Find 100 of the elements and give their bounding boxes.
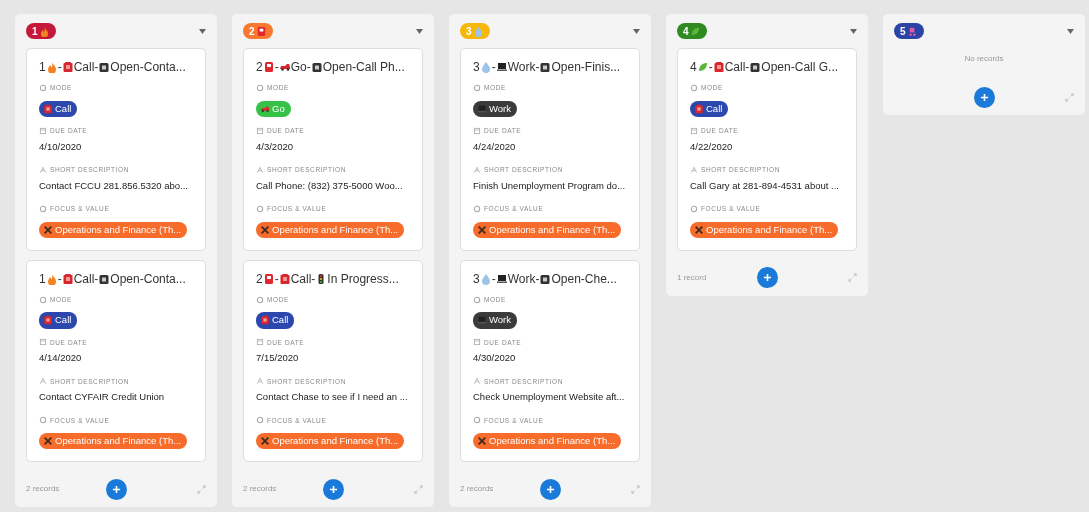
droplet-icon <box>479 272 492 285</box>
field-value: Call Gary at 281-894-4531 about ... <box>690 178 840 193</box>
empty-message: No records <box>963 53 1005 65</box>
record-count: 2 records <box>26 483 61 496</box>
card-title: 4 - Call- Open-Call G... <box>690 59 840 76</box>
calendar-icon <box>473 338 481 347</box>
calendar-icon <box>256 126 264 135</box>
caret-icon[interactable] <box>633 28 640 34</box>
field-value: Contact Chase to see if I need an ... <box>256 390 409 405</box>
phone-icon <box>712 61 725 73</box>
add-button[interactable] <box>322 478 344 500</box>
value-tag: Call <box>39 100 78 117</box>
field-value: Call Phone: (832) 375-5000 Woo... <box>256 178 404 193</box>
card-title: 2 - Go- Open-Call Ph... <box>256 59 406 76</box>
tools-icon <box>477 436 487 447</box>
square-icon <box>539 272 552 285</box>
card-title: 1 - Call- Open-Conta... <box>39 59 187 76</box>
phone-icon <box>694 103 704 114</box>
value-tag: Work <box>473 100 517 117</box>
column-badge: 3 <box>460 23 490 39</box>
record-count: 2 records <box>460 483 495 496</box>
calendar-icon <box>39 338 47 347</box>
square-icon <box>539 61 552 73</box>
value-tag: Operations and Finance (Th... <box>473 433 622 450</box>
card-title: 3 - Work- Open-Che... <box>473 270 618 288</box>
calendar-icon <box>256 338 264 347</box>
tools-icon <box>694 224 704 235</box>
column-badge: 5 <box>894 23 924 39</box>
circle-icon <box>690 204 698 213</box>
letter-icon <box>39 165 47 174</box>
square-icon <box>98 61 111 73</box>
calendar-icon <box>473 126 481 135</box>
laptop-icon <box>495 61 508 73</box>
value-tag: Operations and Finance (Th... <box>39 221 188 238</box>
leaf-icon <box>689 25 701 37</box>
letter-icon <box>473 165 481 174</box>
value-tag: Operations and Finance (Th... <box>473 221 622 238</box>
calendar-icon <box>39 126 47 135</box>
caret-icon[interactable] <box>1067 28 1074 34</box>
letter-icon <box>39 377 47 386</box>
record-count: 1 record <box>677 271 708 284</box>
droplet-icon <box>479 61 492 73</box>
circle-icon <box>39 83 47 92</box>
circle-icon <box>473 295 481 304</box>
circle-icon <box>473 416 481 425</box>
field-value: Check Unemployment Website aft... <box>473 390 626 405</box>
letter-icon <box>473 377 481 386</box>
value-tag: Go <box>256 100 291 117</box>
tools-icon <box>43 436 53 447</box>
add-button[interactable] <box>539 478 561 500</box>
circle-icon <box>39 295 47 304</box>
phone-icon <box>278 272 291 285</box>
circle-icon <box>256 416 264 425</box>
tools-icon <box>260 436 270 447</box>
plus-icon <box>328 484 338 494</box>
add-button[interactable] <box>756 267 778 289</box>
caret-icon[interactable] <box>199 28 206 34</box>
column-badge: 1 <box>26 23 56 39</box>
plus-icon <box>979 92 989 102</box>
value-tag: Operations and Finance (Th... <box>690 221 839 238</box>
laptop-icon <box>495 272 508 285</box>
add-button[interactable] <box>105 478 127 500</box>
droplet-icon <box>472 25 484 37</box>
calendar-icon <box>690 126 698 135</box>
circle-icon <box>690 83 698 92</box>
card-title: 2 - Call- In Progress... <box>256 270 400 288</box>
caret-icon[interactable] <box>416 28 423 34</box>
card-icon <box>262 61 275 73</box>
phone-icon <box>260 315 270 326</box>
square-icon <box>310 61 323 73</box>
value-tag: Work <box>473 312 517 329</box>
value-tag: Operations and Finance (Th... <box>256 433 405 450</box>
square-icon <box>98 272 111 285</box>
add-button[interactable] <box>973 86 995 108</box>
value-tag: Call <box>39 312 78 329</box>
field-value: 4/14/2020 <box>39 351 83 366</box>
column-badge: 4 <box>677 23 707 39</box>
plus-icon <box>111 484 121 494</box>
fire-icon <box>45 272 58 285</box>
field-value: Contact CYFAIR Credit Union <box>39 390 166 405</box>
laptop-icon <box>477 103 487 114</box>
value-tag: Operations and Finance (Th... <box>256 221 405 238</box>
laptop-icon <box>477 315 487 326</box>
caret-icon[interactable] <box>850 28 857 34</box>
field-value: 4/10/2020 <box>39 139 83 154</box>
field-value: 4/3/2020 <box>256 139 294 154</box>
phone-icon <box>43 103 53 114</box>
leaf-icon <box>696 61 709 73</box>
phone-icon <box>43 315 53 326</box>
letter-icon <box>690 165 698 174</box>
car-icon <box>278 61 291 73</box>
card-icon <box>262 272 275 285</box>
field-value: 7/15/2020 <box>256 351 300 366</box>
phone-icon <box>61 61 74 73</box>
fire-icon <box>45 61 58 73</box>
column-badge: 2 <box>243 23 273 39</box>
tools-icon <box>260 224 270 235</box>
circle-icon <box>473 204 481 213</box>
circle-icon <box>256 83 264 92</box>
phone-icon <box>61 272 74 285</box>
